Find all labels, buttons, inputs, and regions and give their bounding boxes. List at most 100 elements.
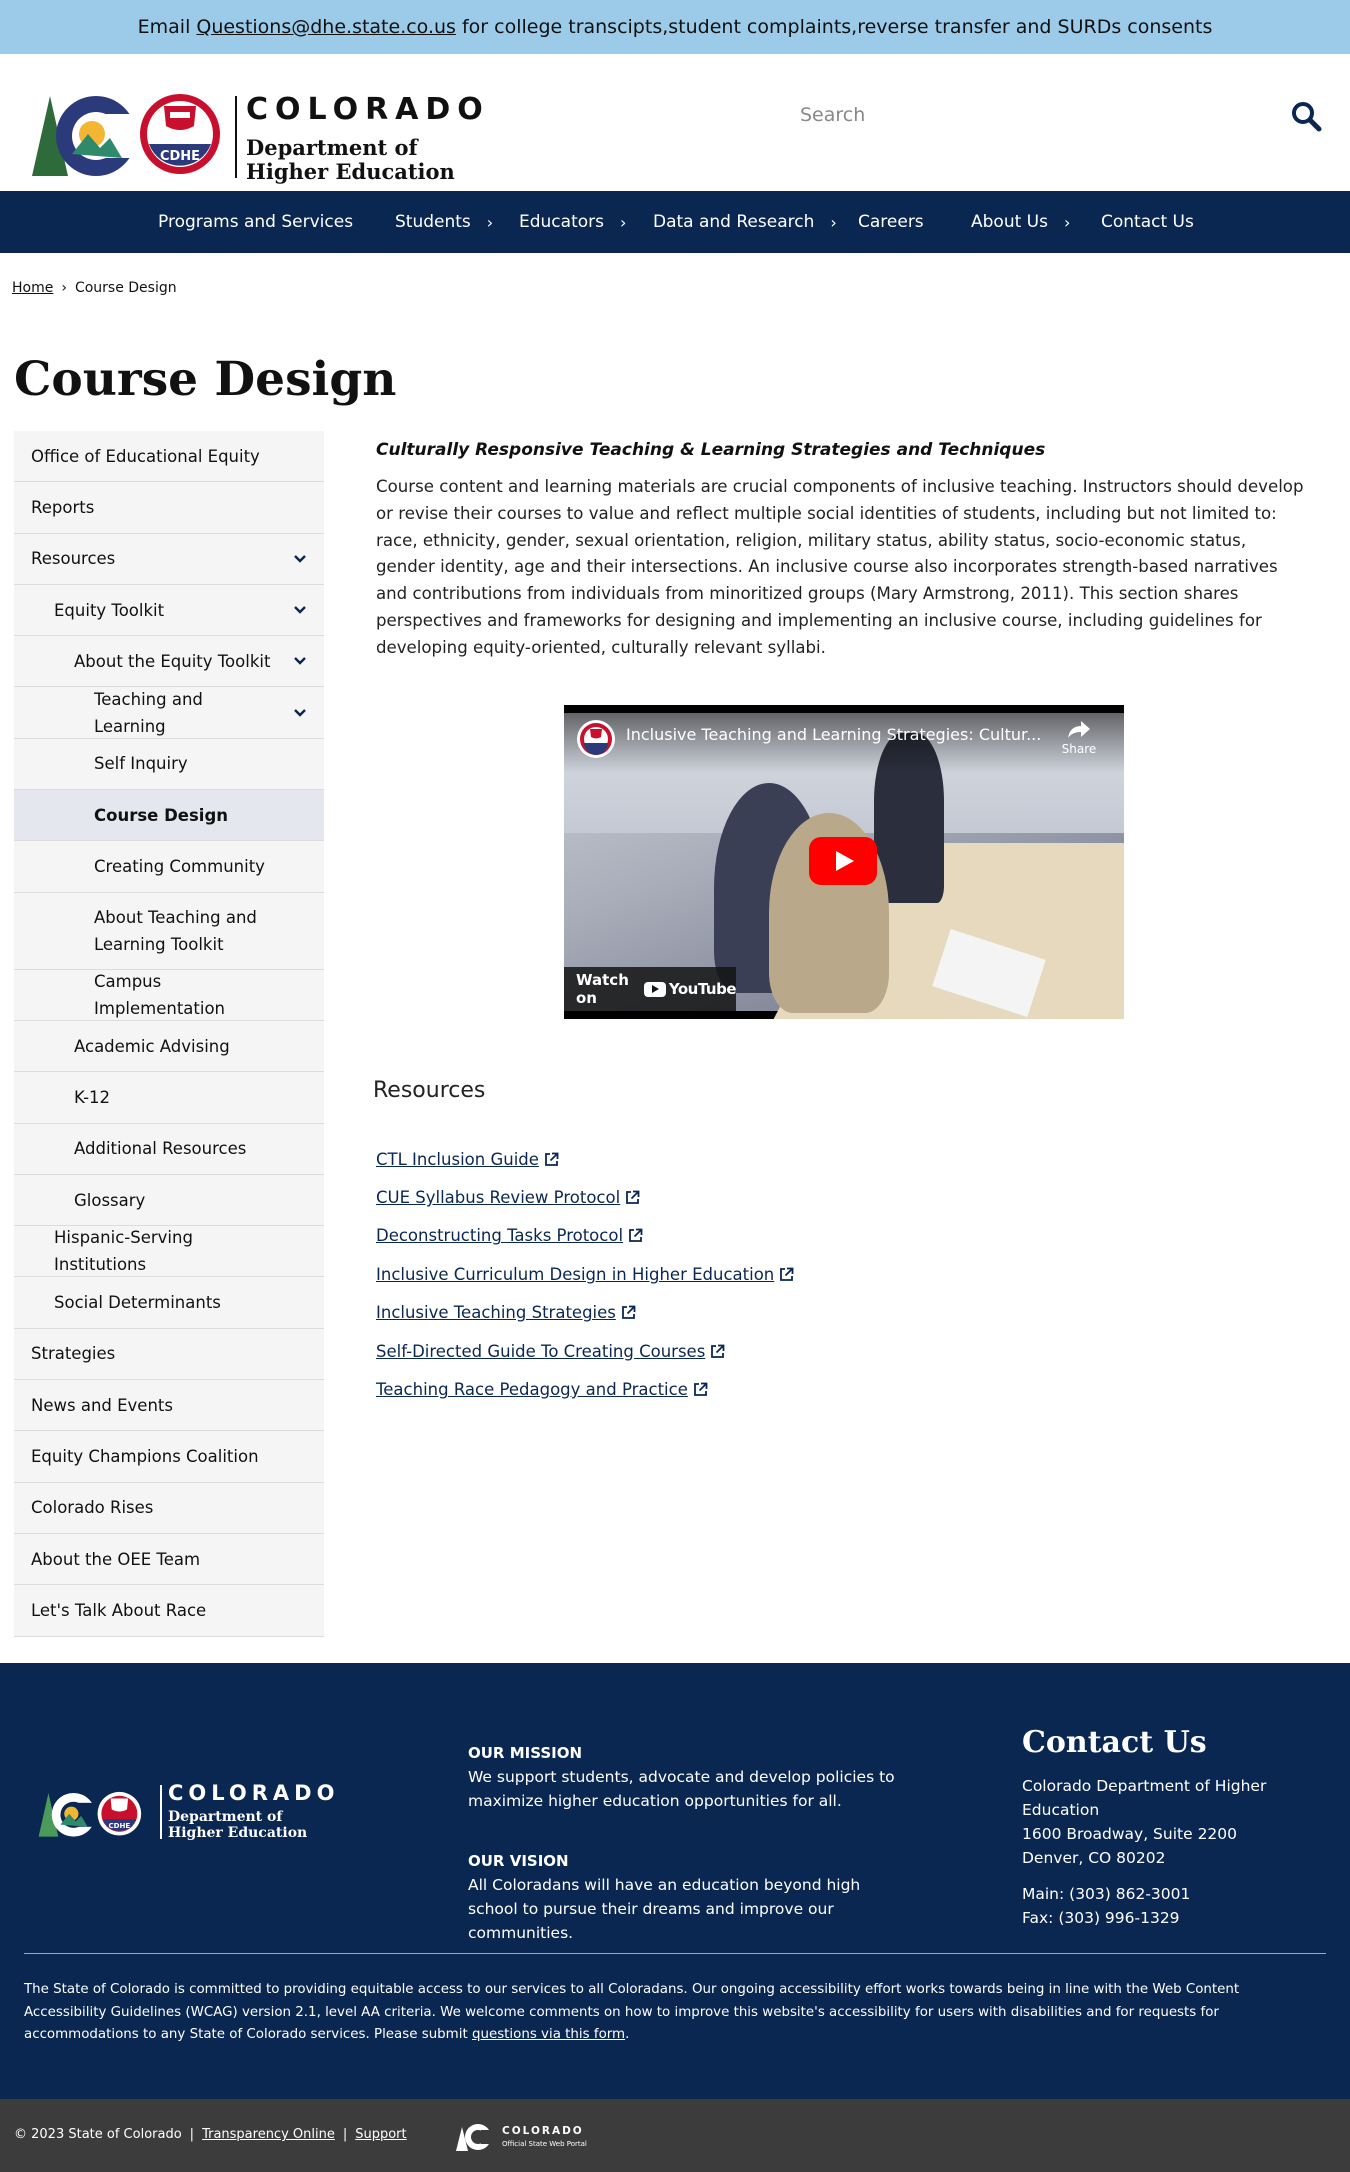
top-banner: Email Questions@dhe.state.co.us for coll…	[0, 0, 1350, 54]
portal-subtitle: Official State Web Portal	[502, 2140, 587, 2148]
sidebar-item-reports[interactable]: Reports	[14, 482, 324, 534]
sidebar-item-creating-community[interactable]: Creating Community	[14, 841, 324, 893]
external-link-icon	[626, 1190, 640, 1204]
chevron-down-icon[interactable]	[294, 551, 306, 567]
sidebar-item-k-12[interactable]: K-12	[14, 1072, 324, 1124]
sidebar-item-label: Additional Resources	[74, 1139, 247, 1159]
resource-link[interactable]: CUE Syllabus Review Protocol	[376, 1178, 794, 1216]
sidebar-item-additional-resources[interactable]: Additional Resources	[14, 1123, 324, 1175]
search-button[interactable]	[1290, 100, 1322, 132]
svg-text:CDHE: CDHE	[108, 1821, 130, 1830]
sidebar-item-about-the-oee-team[interactable]: About the OEE Team	[14, 1533, 324, 1586]
transparency-online-link[interactable]: Transparency Online	[202, 2127, 335, 2142]
resource-link-label: CTL Inclusion Guide	[376, 1149, 539, 1169]
sidebar-item-equity-champions-coalition[interactable]: Equity Champions Coalition	[14, 1431, 324, 1483]
sidebar-item-resources[interactable]: Resources	[14, 533, 324, 585]
breadcrumb-separator: ›	[61, 280, 67, 296]
footer-colorado-logo-icon: CDHE	[38, 1791, 142, 1837]
nav-item-label: Programs and Services	[158, 212, 354, 232]
nav-item-about-us[interactable]: About Us ›	[971, 191, 1070, 253]
nav-item-label: Educators	[519, 212, 604, 232]
site-footer: CDHE COLORADO Department of Higher Educa…	[0, 1663, 1350, 2099]
sidebar-item-office-of-educational-equity[interactable]: Office of Educational Equity	[14, 431, 324, 483]
youtube-video-embed[interactable]: Inclusive Teaching and Learning Strategi…	[564, 705, 1124, 1019]
nav-item-label: Careers	[858, 212, 924, 232]
resource-link[interactable]: Inclusive Curriculum Design in Higher Ed…	[376, 1255, 794, 1293]
support-link[interactable]: Support	[355, 2127, 406, 2142]
resource-link[interactable]: Self-Directed Guide To Creating Courses	[376, 1332, 794, 1370]
logo-line2: Higher Education	[246, 159, 455, 184]
banner-prefix: Email	[137, 16, 191, 38]
sidebar-item-equity-toolkit[interactable]: Equity Toolkit	[14, 584, 324, 637]
accessibility-form-link[interactable]: questions via this form	[472, 2027, 625, 2042]
breadcrumb-home[interactable]: Home	[12, 280, 53, 296]
sidebar-item-social-determinants[interactable]: Social Determinants	[14, 1277, 324, 1329]
resource-link[interactable]: CTL Inclusion Guide	[376, 1140, 794, 1178]
sidebar-item-self-inquiry[interactable]: Self Inquiry	[14, 738, 324, 791]
chevron-down-icon[interactable]	[294, 705, 306, 721]
sidebar-item-hispanic-serving-institutions[interactable]: Hispanic-Serving Institutions	[14, 1226, 324, 1278]
sidebar-item-strategies[interactable]: Strategies	[14, 1328, 324, 1381]
sidebar-item-campus-implementation[interactable]: Campus Implementation	[14, 969, 324, 1021]
sidebar-item-course-design[interactable]: Course Design	[14, 790, 324, 842]
nav-item-students[interactable]: Students ›	[395, 191, 493, 253]
sidebar-item-academic-advising[interactable]: Academic Advising	[14, 1020, 324, 1073]
logo-subtitle: Department of Higher Education	[246, 136, 455, 184]
nav-item-careers[interactable]: Careers	[858, 191, 924, 253]
chevron-down-icon[interactable]	[294, 602, 306, 618]
breadcrumb: Home › Course Design	[12, 280, 177, 296]
video-share-button[interactable]: Share	[1054, 719, 1104, 756]
nav-item-label: Students	[395, 212, 471, 232]
play-button-icon[interactable]	[809, 837, 877, 885]
chevron-right-icon: ›	[486, 212, 494, 232]
resources-heading: Resources	[373, 1078, 486, 1103]
sidebar-item-label: Reports	[31, 497, 95, 517]
sidebar-item-teaching-and-learning[interactable]: Teaching and Learning	[14, 687, 324, 739]
chevron-down-icon[interactable]	[294, 653, 306, 669]
accessibility-end: .	[625, 2027, 630, 2042]
youtube-wordmark: YouTube	[668, 980, 737, 998]
sidebar-item-label: Glossary	[74, 1190, 146, 1210]
sidebar-item-about-teaching-and-learning-toolkit[interactable]: About Teaching and Learning Toolkit	[14, 892, 324, 970]
nav-item-contact-us[interactable]: Contact Us	[1101, 191, 1194, 253]
nav-item-data-and-research[interactable]: Data and Research ›	[653, 191, 837, 253]
section-title: Culturally Responsive Teaching & Learnin…	[376, 440, 1046, 460]
resource-link[interactable]: Teaching Race Pedagogy and Practice	[376, 1370, 794, 1408]
resource-link-label: Inclusive Teaching Strategies	[376, 1303, 616, 1323]
chevron-right-icon: ›	[1063, 212, 1071, 232]
nav-item-educators[interactable]: Educators ›	[519, 191, 626, 253]
resource-link-label: Teaching Race Pedagogy and Practice	[376, 1380, 688, 1400]
contact-fax: Fax: (303) 996-1329	[1022, 1909, 1180, 1927]
sidebar-item-about-the-equity-toolkit[interactable]: About the Equity Toolkit	[14, 636, 324, 688]
watch-on-youtube-button[interactable]: Watch on YouTube	[564, 967, 737, 1011]
external-link-icon	[545, 1152, 559, 1166]
footer-logo[interactable]: CDHE COLORADO Department of Higher Educa…	[24, 1781, 354, 1851]
banner-email-link[interactable]: Questions@dhe.state.co.us	[196, 16, 456, 38]
external-link-icon	[780, 1267, 794, 1281]
resource-link-label: Inclusive Curriculum Design in Higher Ed…	[376, 1264, 775, 1284]
search-input[interactable]	[800, 92, 1270, 138]
channel-avatar-icon[interactable]	[576, 719, 616, 759]
breadcrumb-current: Course Design	[74, 280, 177, 296]
sidebar-item-label: About the OEE Team	[31, 1549, 201, 1569]
sidebar-item-label: Academic Advising	[74, 1036, 230, 1056]
sidebar-item-label: Let's Talk About Race	[31, 1600, 207, 1620]
sidebar-item-news-and-events[interactable]: News and Events	[14, 1380, 324, 1432]
nav-item-label: Data and Research	[653, 212, 815, 232]
colorado-portal-logo[interactable]: COLORADO Official State Web Portal	[454, 2119, 614, 2153]
resource-link[interactable]: Inclusive Teaching Strategies	[376, 1294, 794, 1332]
logo-wordmark: COLORADO	[246, 92, 490, 127]
nav-item-programs-and-services[interactable]: Programs and Services	[158, 191, 353, 253]
cdhe-logo[interactable]: CDHE COLORADO Department of Higher Educa…	[28, 74, 498, 184]
resource-link[interactable]: Deconstructing Tasks Protocol	[376, 1217, 794, 1255]
watch-on-label: Watch on	[576, 971, 629, 1007]
external-link-icon	[629, 1229, 643, 1243]
copyright: © 2023 State of Colorado	[14, 2127, 182, 2142]
video-title[interactable]: Inclusive Teaching and Learning Strategi…	[626, 725, 1046, 744]
sidebar-item-let-s-talk-about-race[interactable]: Let's Talk About Race	[14, 1585, 324, 1637]
contact-street: 1600 Broadway, Suite 2200	[1022, 1825, 1238, 1843]
sidebar-item-label: Resources	[31, 549, 116, 569]
sidebar-item-glossary[interactable]: Glossary	[14, 1174, 324, 1227]
footer-mission: OUR MISSION We support students, advocat…	[468, 1741, 908, 1813]
sidebar-item-colorado-rises[interactable]: Colorado Rises	[14, 1482, 324, 1534]
